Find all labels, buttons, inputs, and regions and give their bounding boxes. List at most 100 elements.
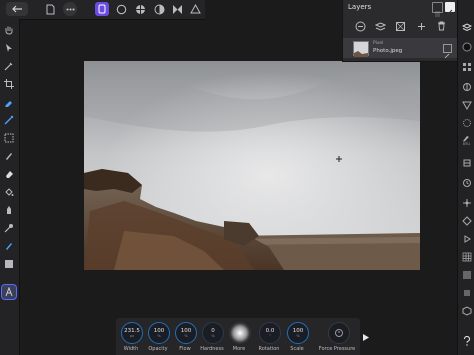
list-icon xyxy=(435,11,440,17)
history-studio-button[interactable] xyxy=(460,176,473,189)
flow-dial[interactable]: 100% xyxy=(175,322,197,344)
adjustments-studio-button[interactable] xyxy=(460,80,473,93)
brushes-label: Bru xyxy=(463,141,470,146)
layer-row[interactable]: Pixel Photo.jpeg xyxy=(343,38,458,59)
clone-tool[interactable] xyxy=(2,239,16,253)
context-toolbar: 231.5 px Width 100% Opacity 100% Flow 0% … xyxy=(116,318,360,355)
force-pressure-label: Force Pressure xyxy=(318,346,356,352)
brush-preview-button[interactable] xyxy=(229,322,251,344)
styles-studio-button[interactable] xyxy=(460,116,473,129)
tools-panel xyxy=(0,19,20,355)
transform-studio-button[interactable] xyxy=(460,196,473,209)
color-wheel-icon xyxy=(462,42,471,51)
info-studio-button[interactable] xyxy=(460,286,473,299)
mask-layer-button[interactable] xyxy=(354,20,366,32)
brushes-studio-button[interactable]: Bru xyxy=(460,134,473,147)
tone-mapping-persona-button[interactable] xyxy=(152,2,166,16)
grid-studio-button[interactable] xyxy=(460,250,473,263)
tone-persona-button[interactable] xyxy=(188,2,202,16)
photo-persona-button[interactable] xyxy=(95,2,109,16)
develop-persona-icon xyxy=(135,4,145,14)
color-swatch-icon xyxy=(5,260,13,268)
effects-icon xyxy=(461,101,472,110)
text-tool[interactable] xyxy=(1,284,17,300)
eyedropper-icon xyxy=(4,62,13,71)
export-persona-button[interactable] xyxy=(170,2,184,16)
magic-wand-icon xyxy=(4,115,14,125)
panel-options-button[interactable] xyxy=(432,2,443,17)
smudge-tool[interactable] xyxy=(2,203,16,217)
eraser-icon xyxy=(6,171,13,178)
more-label: More xyxy=(232,346,246,352)
scale-dial[interactable]: 100% xyxy=(287,322,309,344)
delete-layer-button[interactable] xyxy=(435,20,447,32)
transform-icon xyxy=(462,198,471,207)
rotation-dial[interactable]: 0.0 ° xyxy=(259,322,281,344)
layer-visibility-checkbox[interactable] xyxy=(443,44,452,59)
collapse-icon xyxy=(447,9,453,15)
stock-studio-button[interactable] xyxy=(460,156,473,169)
macro-icon xyxy=(462,270,471,279)
info-icon xyxy=(463,290,470,295)
back-button[interactable] xyxy=(6,2,28,16)
develop-persona-button[interactable] xyxy=(133,2,147,16)
rotation-unit: ° xyxy=(269,334,271,338)
color-swatch[interactable] xyxy=(2,257,16,271)
canvas-photo[interactable] xyxy=(84,61,420,270)
layers-icon xyxy=(461,22,472,31)
expand-toolbar-button[interactable] xyxy=(362,327,370,341)
flow-unit: % xyxy=(184,334,188,338)
swatches-studio-button[interactable] xyxy=(460,60,473,73)
opacity-dial[interactable]: 100% xyxy=(148,322,170,344)
fill-tool[interactable] xyxy=(2,185,16,199)
move-tool[interactable] xyxy=(2,41,16,55)
crop-tool[interactable] xyxy=(2,77,16,91)
photo-thumbnail-icon xyxy=(354,51,368,57)
paint-brush-icon xyxy=(6,153,12,160)
artistic-text-icon xyxy=(5,287,13,297)
width-dial[interactable]: 231.5 px xyxy=(121,322,143,344)
color-studio-button[interactable] xyxy=(460,40,473,53)
force-pressure-button[interactable] xyxy=(328,322,350,344)
erase-tool[interactable] xyxy=(2,167,16,181)
navigator-icon xyxy=(461,215,472,226)
panel-close-button[interactable] xyxy=(445,2,455,15)
layer-thumbnail xyxy=(353,41,369,57)
trash-icon xyxy=(437,21,445,31)
layers-studio-button[interactable] xyxy=(460,20,473,33)
help-button[interactable] xyxy=(460,334,473,347)
liquify-persona-button[interactable] xyxy=(114,2,128,16)
top-toolbar xyxy=(0,0,205,20)
tone-mapping-persona-icon xyxy=(154,4,164,14)
live-filter-button[interactable] xyxy=(394,20,406,32)
pointer-icon xyxy=(6,44,12,52)
document-icon xyxy=(46,4,55,14)
width-unit: px xyxy=(129,334,135,338)
export-persona-icon xyxy=(172,4,182,14)
flood-select-tool[interactable] xyxy=(2,113,16,127)
adjustment-button[interactable] xyxy=(374,20,386,32)
hand-icon xyxy=(5,26,13,35)
add-layer-button[interactable] xyxy=(415,20,427,32)
effects-studio-button[interactable] xyxy=(460,98,473,111)
marquee-tool[interactable] xyxy=(2,131,16,145)
macro-studio-button[interactable] xyxy=(460,268,473,281)
navigator-studio-button[interactable] xyxy=(460,214,473,227)
document-button[interactable] xyxy=(42,2,59,16)
more-button[interactable] xyxy=(63,2,77,16)
paint-brush-tool[interactable] xyxy=(2,149,16,163)
check-icon xyxy=(444,53,450,59)
opacity-unit: % xyxy=(157,334,161,338)
play-triangle-icon xyxy=(363,334,369,341)
color-picker-tool[interactable] xyxy=(2,59,16,73)
view-tool[interactable] xyxy=(2,23,16,37)
channels-studio-button[interactable] xyxy=(460,232,473,245)
stack-icon xyxy=(374,21,386,31)
dodge-tool[interactable] xyxy=(2,221,16,235)
crop-icon xyxy=(4,79,14,89)
scale-unit: % xyxy=(296,334,300,338)
selection-brush-tool[interactable] xyxy=(2,95,16,109)
assets-studio-button[interactable] xyxy=(460,304,473,317)
pressure-icon xyxy=(335,329,343,337)
hardness-dial[interactable]: 0% xyxy=(202,322,224,344)
